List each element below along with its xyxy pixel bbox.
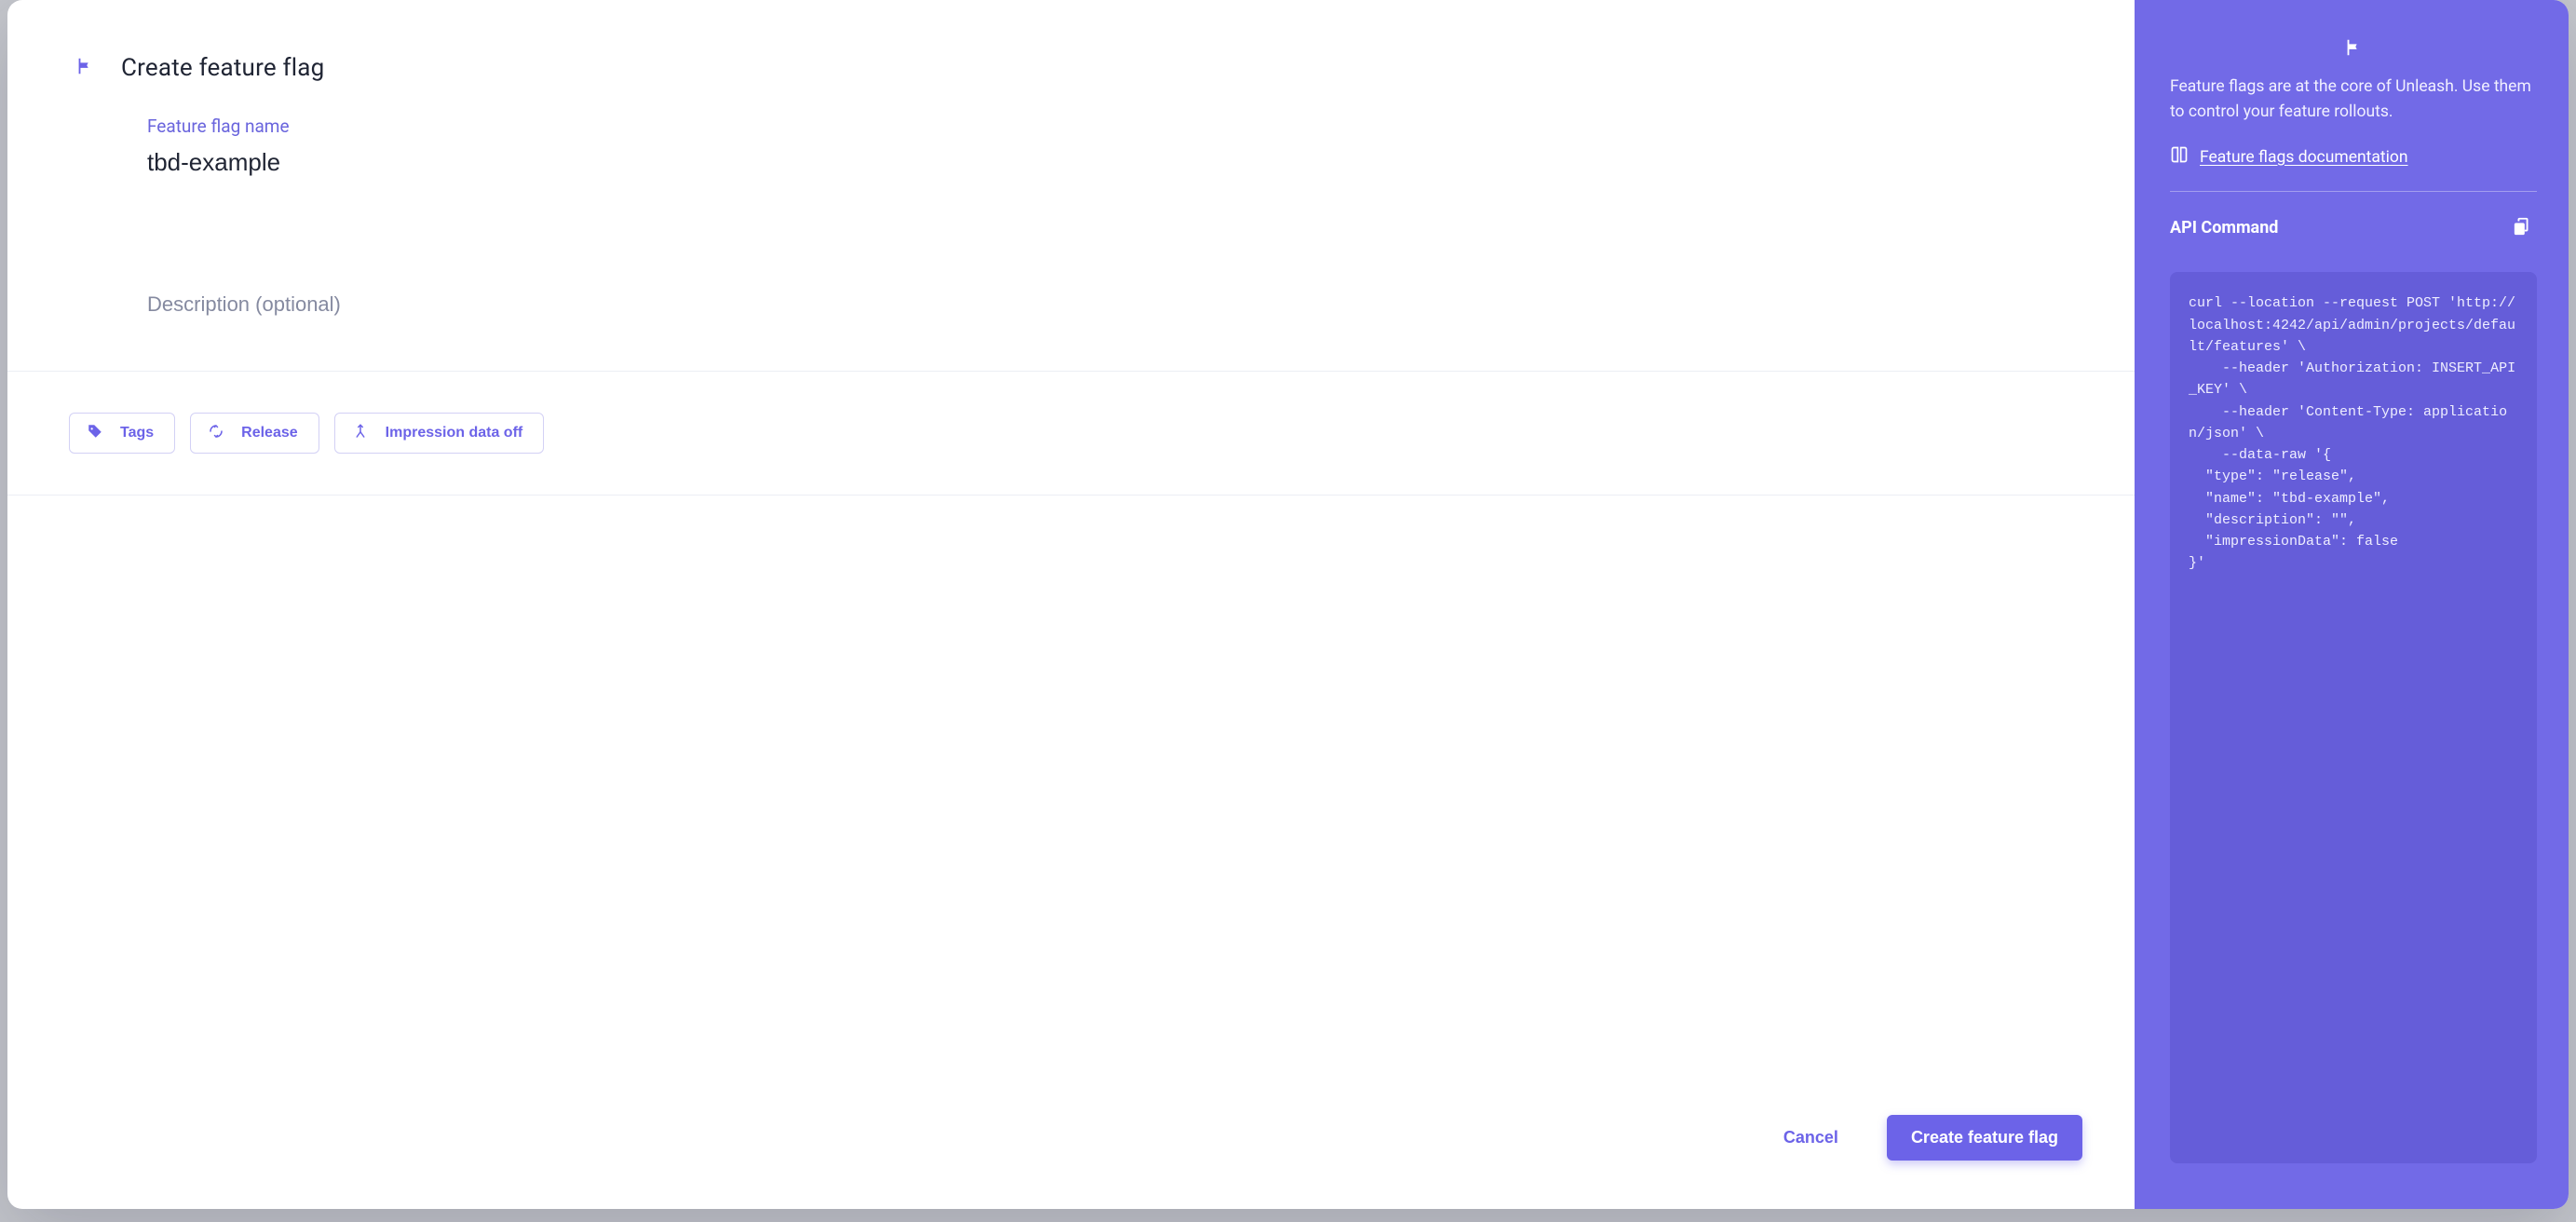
create-feature-flag-button[interactable]: Create feature flag <box>1887 1115 2082 1161</box>
api-command-code[interactable]: curl --location --request POST 'http://l… <box>2170 272 2537 1163</box>
release-chip[interactable]: Release <box>190 413 319 454</box>
name-label: Feature flag name <box>147 115 2068 137</box>
actions-row: Cancel Create feature flag <box>7 1074 2135 1209</box>
impression-chip[interactable]: Impression data off <box>334 413 545 454</box>
release-icon <box>208 423 224 444</box>
tags-chip-label: Tags <box>120 425 154 441</box>
book-icon <box>2170 145 2189 169</box>
help-pane: Feature flags are at the core of Unleash… <box>2135 0 2569 1209</box>
api-command-title: API Command <box>2170 218 2278 238</box>
modal-header: Create feature flag <box>75 54 2068 82</box>
create-feature-flag-modal: Create feature flag Feature flag name Ta… <box>7 0 2569 1209</box>
documentation-link-label: Feature flags documentation <box>2200 148 2408 167</box>
impression-chip-label: Impression data off <box>386 425 523 441</box>
tag-icon <box>87 423 103 444</box>
chip-row: Tags Release Impression data off <box>7 372 2135 495</box>
flag-icon <box>2170 37 2537 58</box>
cancel-button[interactable]: Cancel <box>1778 1120 1844 1155</box>
flag-icon <box>75 56 95 80</box>
tags-chip[interactable]: Tags <box>69 413 175 454</box>
modal-title: Create feature flag <box>121 54 324 82</box>
help-intro: Feature flags are at the core of Unleash… <box>2170 75 2537 125</box>
description-input[interactable] <box>147 291 2068 319</box>
impression-icon <box>352 423 369 444</box>
name-input[interactable] <box>147 146 2068 179</box>
form-pane: Create feature flag Feature flag name Ta… <box>7 0 2135 1209</box>
api-header: API Command <box>2170 212 2537 243</box>
divider <box>7 495 2135 496</box>
release-chip-label: Release <box>241 425 298 441</box>
divider <box>2170 191 2537 192</box>
copy-api-command-button[interactable] <box>2509 212 2537 243</box>
documentation-link[interactable]: Feature flags documentation <box>2170 145 2537 169</box>
description-field <box>75 212 2068 319</box>
name-field: Feature flag name <box>75 115 2068 179</box>
copy-icon <box>2513 225 2533 239</box>
form-body: Create feature flag Feature flag name <box>7 0 2135 319</box>
